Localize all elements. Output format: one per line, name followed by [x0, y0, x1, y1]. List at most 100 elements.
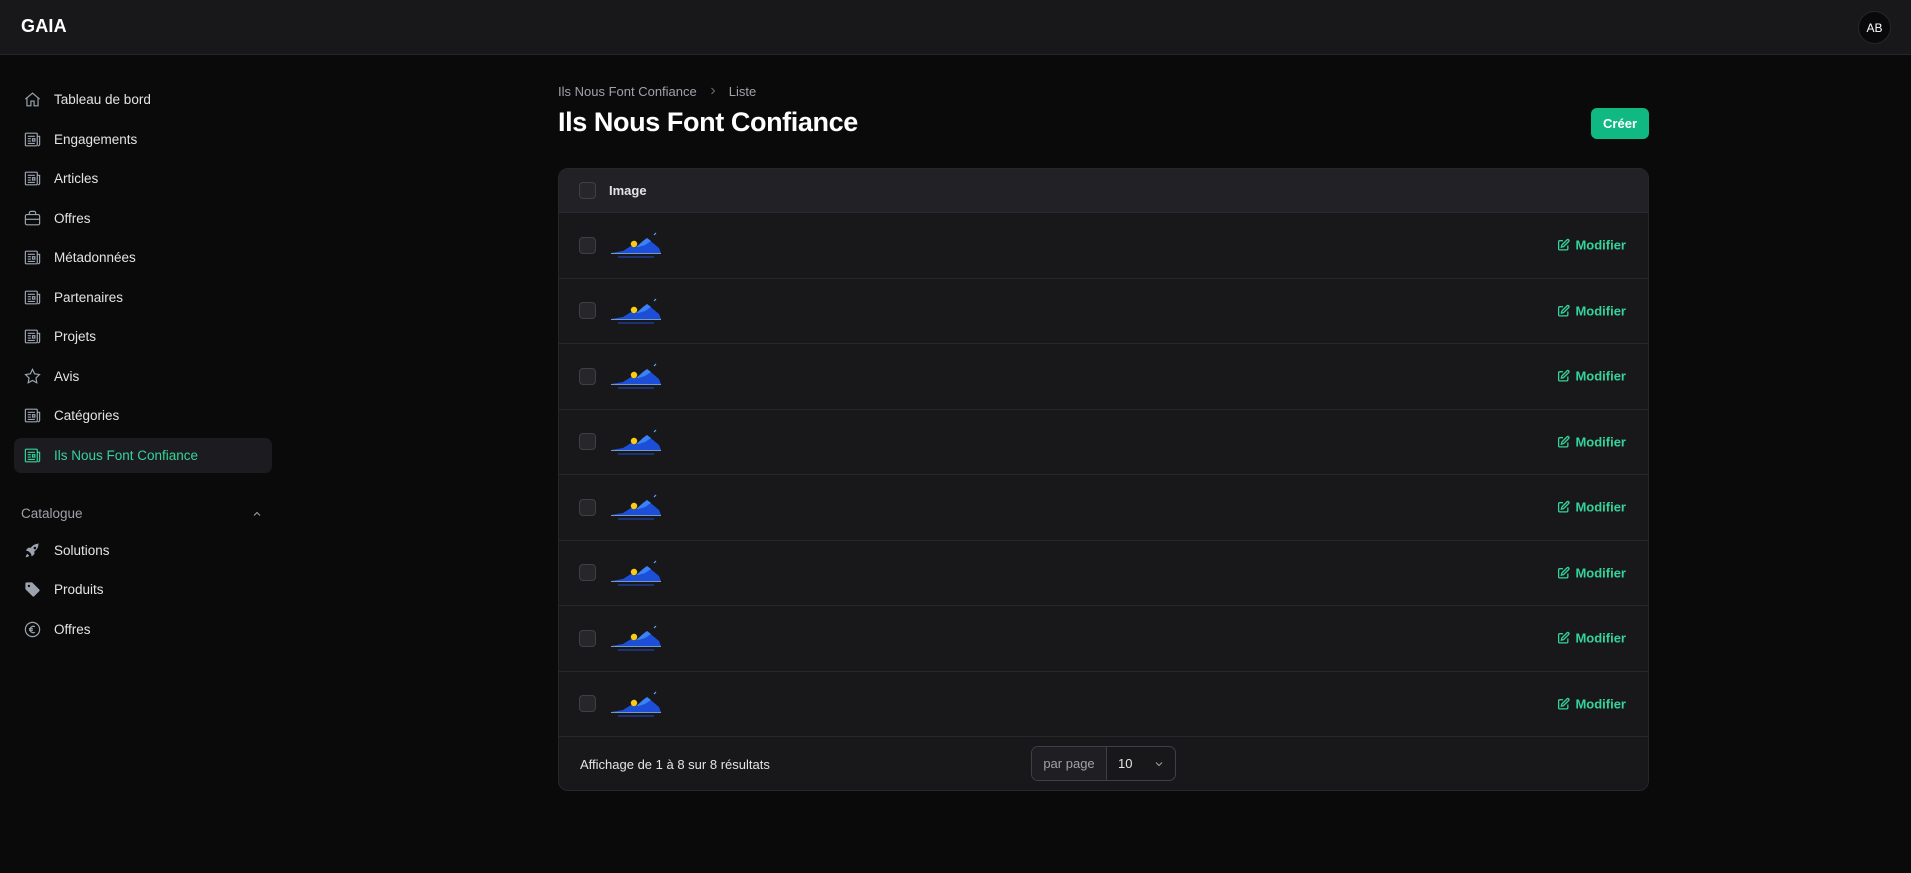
edit-link[interactable]: Modifier	[1557, 369, 1626, 384]
breadcrumb: Ils Nous Font Confiance Liste	[558, 82, 1649, 100]
sidebar-item-offres-catalogue[interactable]: Offres	[14, 612, 272, 647]
edit-label: Modifier	[1575, 434, 1626, 450]
edit-link[interactable]: Modifier	[1557, 565, 1626, 580]
create-button[interactable]: Créer	[1591, 108, 1649, 139]
table-row[interactable]: Modifier	[559, 475, 1648, 541]
sidebar-item-offres[interactable]: Offres	[14, 201, 272, 236]
row-checkbox[interactable]	[579, 433, 596, 451]
chevron-right-icon	[710, 87, 715, 95]
row-checkbox[interactable]	[579, 367, 596, 385]
column-header-image[interactable]: Image	[609, 183, 647, 198]
table-row[interactable]: Modifier	[559, 410, 1648, 475]
edit-icon	[1558, 566, 1571, 579]
sidebar-item-label: Projets	[54, 329, 97, 344]
user-avatar[interactable]: AB	[1858, 11, 1891, 44]
table-row[interactable]: Modifier	[559, 672, 1648, 737]
row-checkbox[interactable]	[579, 695, 596, 713]
row-checkbox[interactable]	[579, 564, 596, 582]
sidebar-item-tableau-de-bord[interactable]: Tableau de bord	[14, 82, 272, 117]
per-page-label: par page	[1032, 747, 1107, 780]
table-footer: Affichage de 1 à 8 sur 8 résultats par p…	[559, 737, 1648, 790]
edit-label: Modifier	[1575, 565, 1626, 581]
sidebar-item-projets[interactable]: Projets	[14, 319, 272, 354]
table-row[interactable]: Modifier	[559, 541, 1648, 606]
sidebar-item-label: Catégories	[54, 408, 120, 423]
table-row[interactable]: Modifier	[559, 606, 1648, 672]
sidebar-group-label: Catalogue	[21, 506, 83, 521]
pagination-summary: Affichage de 1 à 8 sur 8 résultats	[580, 756, 770, 772]
table-row[interactable]: Modifier	[559, 213, 1648, 279]
sidebar-item-metadonnees[interactable]: Métadonnées	[14, 240, 272, 275]
edit-label: Modifier	[1575, 237, 1626, 253]
rocket-icon	[23, 541, 42, 560]
edit-link[interactable]: Modifier	[1557, 631, 1626, 646]
partner-logo-image	[611, 494, 661, 521]
breadcrumb-parent[interactable]: Ils Nous Font Confiance	[558, 84, 697, 99]
newspaper-icon	[23, 169, 42, 188]
sidebar-item-label: Produits	[54, 582, 104, 597]
partner-logo-image	[611, 363, 661, 390]
edit-link[interactable]: Modifier	[1557, 238, 1626, 253]
edit-label: Modifier	[1575, 303, 1626, 319]
edit-label: Modifier	[1575, 696, 1626, 712]
sidebar-item-ils-nous-font-confiance[interactable]: Ils Nous Font Confiance	[14, 437, 272, 473]
chevron-up-icon[interactable]	[251, 508, 263, 520]
newspaper-icon	[23, 406, 42, 425]
breadcrumb-current: Liste	[728, 83, 757, 99]
table-row[interactable]: Modifier	[559, 344, 1648, 410]
partner-logo-image	[611, 625, 661, 652]
sidebar-item-label: Avis	[54, 368, 80, 384]
select-all-checkbox[interactable]	[579, 182, 596, 199]
per-page-dropdown[interactable]: 10	[1107, 747, 1175, 780]
edit-link[interactable]: Modifier	[1557, 696, 1626, 711]
chevron-down-icon	[1155, 761, 1163, 766]
sidebar-item-label: Ils Nous Font Confiance	[54, 447, 199, 463]
newspaper-icon	[23, 248, 42, 267]
per-page-select[interactable]: par page 10	[1031, 746, 1176, 781]
newspaper-icon	[23, 327, 42, 346]
sidebar-item-label: Articles	[54, 171, 99, 186]
sidebar-item-categories[interactable]: Catégories	[14, 398, 272, 433]
sidebar-item-label: Offres	[54, 210, 91, 226]
sidebar-item-avis[interactable]: Avis	[14, 359, 272, 394]
partner-logo-image	[611, 560, 661, 586]
star-icon	[23, 367, 42, 386]
table-row[interactable]: Modifier	[559, 279, 1648, 344]
records-table: Image Modifier Modifier Modifier Modifier Mo…	[558, 168, 1649, 791]
sidebar-group-catalogue[interactable]: Catalogue	[14, 499, 272, 529]
row-checkbox[interactable]	[579, 629, 596, 647]
row-checkbox[interactable]	[579, 498, 596, 516]
sidebar-item-produits[interactable]: Produits	[14, 572, 272, 607]
edit-label: Modifier	[1575, 368, 1626, 384]
edit-label: Modifier	[1575, 630, 1626, 646]
edit-icon	[1558, 304, 1571, 317]
sidebar-item-label: Partenaires	[54, 289, 124, 305]
partner-logo-image	[611, 298, 661, 324]
table-header: Image	[559, 169, 1648, 213]
edit-icon	[1558, 632, 1571, 644]
row-checkbox[interactable]	[579, 236, 596, 254]
sidebar: Tableau de bord Engagements Articles Off…	[14, 82, 272, 651]
home-icon	[23, 90, 42, 109]
sidebar-item-articles[interactable]: Articles	[14, 161, 272, 196]
sidebar-item-engagements[interactable]: Engagements	[14, 122, 272, 157]
partner-logo-image	[611, 691, 661, 717]
sidebar-item-label: Engagements	[54, 131, 138, 147]
sidebar-item-partenaires[interactable]: Partenaires	[14, 280, 272, 315]
sidebar-item-solutions[interactable]: Solutions	[14, 533, 272, 568]
edit-link[interactable]: Modifier	[1557, 303, 1626, 318]
edit-link[interactable]: Modifier	[1557, 500, 1626, 515]
newspaper-icon	[23, 130, 42, 149]
edit-label: Modifier	[1575, 499, 1626, 515]
app-logo[interactable]: GAIA	[21, 16, 67, 37]
tag-icon	[23, 580, 42, 599]
newspaper-icon	[23, 446, 42, 465]
top-bar: GAIA AB	[0, 0, 1911, 55]
briefcase-icon	[23, 209, 42, 228]
edit-icon	[1558, 370, 1571, 382]
sidebar-item-label: Solutions	[54, 542, 110, 558]
edit-icon	[1558, 435, 1571, 448]
edit-link[interactable]: Modifier	[1557, 434, 1626, 449]
sidebar-item-label: Métadonnées	[54, 250, 136, 265]
row-checkbox[interactable]	[579, 302, 596, 320]
